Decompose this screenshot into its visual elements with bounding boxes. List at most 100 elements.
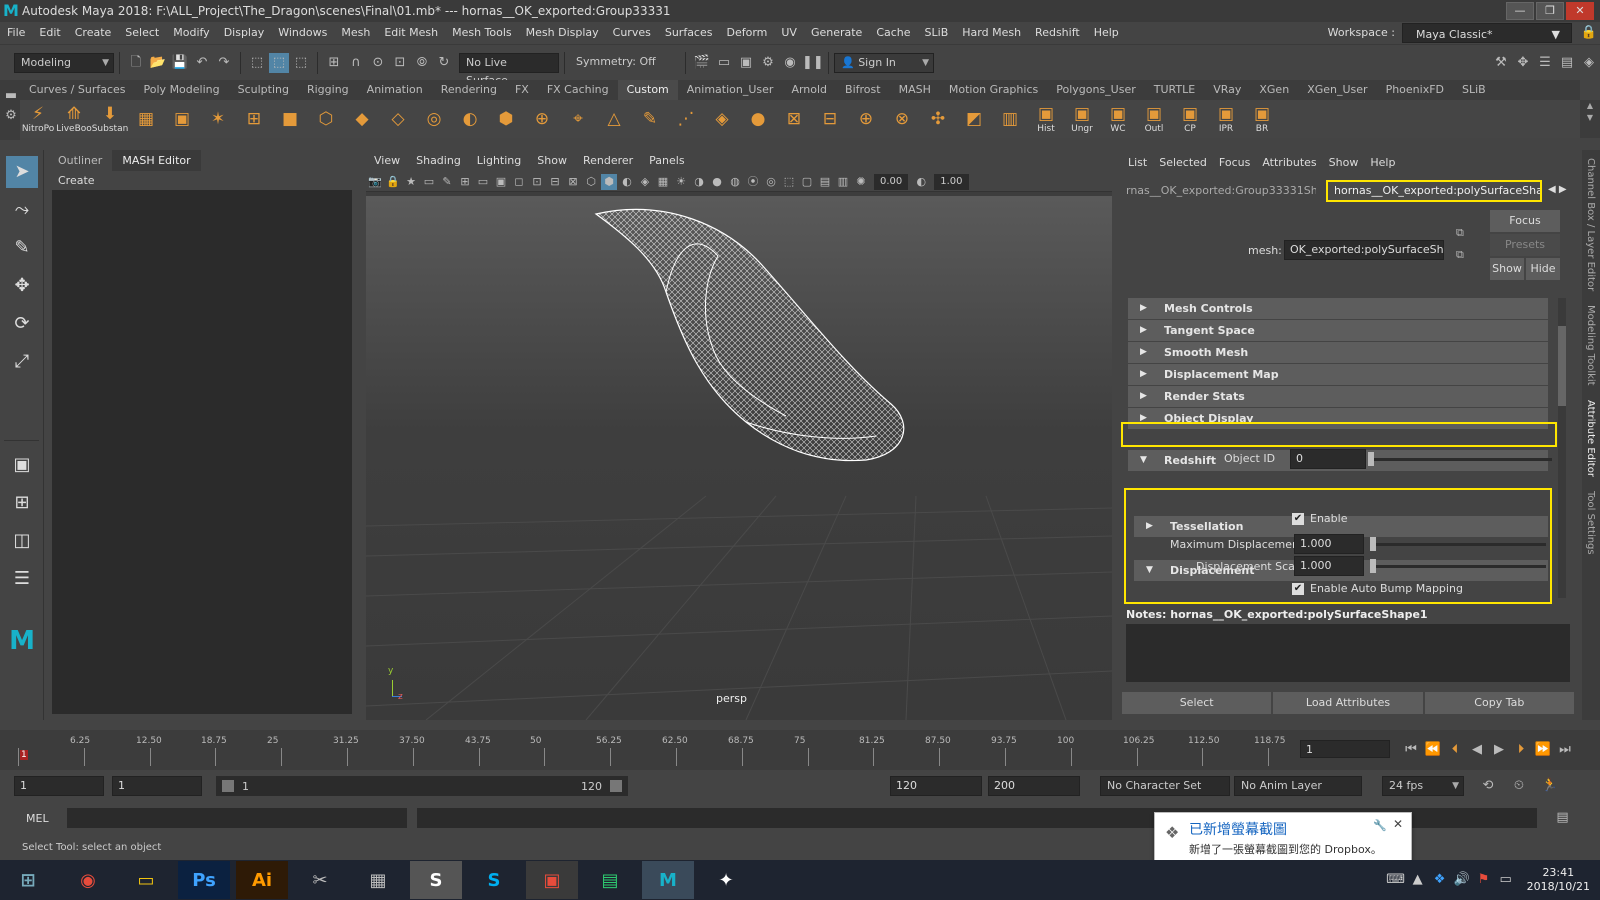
taskbar-chrome-icon[interactable]: ◉ bbox=[62, 861, 114, 899]
shelf-tab-poly-modeling[interactable]: Poly Modeling bbox=[135, 80, 229, 100]
anim-prefs-icon[interactable]: 🏃 bbox=[1540, 776, 1560, 796]
section-displacement-map[interactable]: ▶ Displacement Map bbox=[1128, 364, 1548, 385]
shelf-tool-button[interactable]: ▥ bbox=[994, 102, 1026, 136]
lights-icon[interactable]: ☀ bbox=[673, 174, 689, 190]
mash-create-menu[interactable]: Create bbox=[48, 170, 360, 191]
ambient-occlusion-icon[interactable]: ● bbox=[709, 174, 725, 190]
sign-in-button[interactable]: 👤 Sign In ▼ bbox=[834, 52, 934, 73]
default-material-icon[interactable]: ◐ bbox=[619, 174, 635, 190]
shelf-tool-button[interactable]: ◎ bbox=[418, 102, 450, 136]
viewport-menu-panels[interactable]: Panels bbox=[641, 150, 692, 172]
move-tool-icon[interactable]: ✥ bbox=[6, 270, 38, 302]
viewport-menu-view[interactable]: View bbox=[366, 150, 408, 172]
ae-menu-show[interactable]: Show bbox=[1323, 150, 1365, 176]
tray-keyboard-icon[interactable]: ⌨ bbox=[1386, 870, 1406, 890]
camera-icon[interactable]: 📷 bbox=[367, 174, 383, 190]
tray-dropbox-icon[interactable]: ❖ bbox=[1430, 870, 1450, 890]
isolate-select-icon[interactable]: ⬚ bbox=[781, 174, 797, 190]
camera-lock-icon[interactable]: 🔒 bbox=[385, 174, 401, 190]
play-backward-icon[interactable]: ◀ bbox=[1467, 740, 1487, 760]
focus-button[interactable]: Focus bbox=[1490, 210, 1560, 232]
select-hierarchy-icon[interactable]: ⬚ bbox=[247, 53, 267, 73]
shelf-scroll[interactable]: ▲ ▼ bbox=[1580, 100, 1600, 138]
viewport[interactable]: View Shading Lighting Show Renderer Panels 📷 … bbox=[366, 150, 1112, 720]
shelf-tool-button[interactable]: ✶ bbox=[202, 102, 234, 136]
show-button[interactable]: Show bbox=[1490, 258, 1524, 280]
step-back-key-icon[interactable]: ⏪ bbox=[1423, 740, 1443, 760]
shelf-tab-sculpting[interactable]: Sculpting bbox=[229, 80, 298, 100]
section-render-stats[interactable]: ▶ Render Stats bbox=[1128, 386, 1548, 407]
menu-help[interactable]: Help bbox=[1087, 22, 1126, 44]
xray-joints-icon[interactable]: ▤ bbox=[817, 174, 833, 190]
select-button[interactable]: Select bbox=[1122, 692, 1272, 714]
textured-icon[interactable]: ▦ bbox=[655, 174, 671, 190]
save-scene-icon[interactable]: 💾 bbox=[170, 53, 190, 73]
outliner-layout-icon[interactable]: ☰ bbox=[6, 563, 38, 595]
bookmark-icon[interactable]: ★ bbox=[403, 174, 419, 190]
start-button[interactable]: ⊞ bbox=[0, 861, 56, 899]
mode-menu[interactable]: Modeling ▼ bbox=[14, 52, 114, 73]
side-tab-modeling-toolkit[interactable]: Modeling Toolkit bbox=[1585, 305, 1596, 386]
shelf-tool-button[interactable]: ◈ bbox=[706, 102, 738, 136]
step-back-frame-icon[interactable]: ⏴ bbox=[1445, 740, 1465, 760]
tray-network-icon[interactable]: ▭ bbox=[1496, 870, 1516, 890]
ae-scrollbar[interactable] bbox=[1558, 298, 1566, 598]
shelf-tool-button[interactable]: ◆ bbox=[346, 102, 378, 136]
symmetry-menu[interactable]: Symmetry: Off bbox=[570, 52, 680, 73]
toast-close-icon[interactable]: ✕ bbox=[1393, 817, 1403, 831]
ipr-render-icon[interactable]: ▣ bbox=[736, 53, 756, 73]
render-view-icon[interactable]: 🎬 bbox=[692, 53, 712, 73]
copy-tab-button[interactable]: Copy Tab bbox=[1424, 692, 1574, 714]
modeling-toolkit-icon[interactable]: ⚒ bbox=[1491, 53, 1511, 73]
shelf-tool-button[interactable]: ⊠ bbox=[778, 102, 810, 136]
shelf-liveboo-button[interactable]: ⟰ LiveBoo bbox=[56, 102, 92, 136]
shelf-outl-button[interactable]: ▣ Outl bbox=[1138, 102, 1170, 136]
menu-hard-mesh[interactable]: Hard Mesh bbox=[955, 22, 1028, 44]
shelf-tab-mash[interactable]: MASH bbox=[890, 80, 940, 100]
go-to-start-icon[interactable]: ⏮ bbox=[1401, 740, 1421, 760]
step-forward-frame-icon[interactable]: ⏵ bbox=[1511, 740, 1531, 760]
shelf-tab-curves-surfaces[interactable]: Curves / Surfaces bbox=[20, 80, 135, 100]
safe-title-icon[interactable]: ⊠ bbox=[565, 174, 581, 190]
taskbar-terminal-icon[interactable]: ▤ bbox=[584, 861, 636, 899]
shelf-tool-button[interactable]: ● bbox=[742, 102, 774, 136]
four-view-icon[interactable]: ⊞ bbox=[6, 487, 38, 519]
play-forward-icon[interactable]: ▶ bbox=[1489, 740, 1509, 760]
new-scene-icon[interactable]: 🗋 bbox=[126, 53, 146, 73]
field-chart-icon[interactable]: ⊡ bbox=[529, 174, 545, 190]
grease-pencil-icon[interactable]: ✎ bbox=[439, 174, 455, 190]
shelf-tab-xgen-user[interactable]: XGen_User bbox=[1298, 80, 1376, 100]
taskbar-snipping-icon[interactable]: ✂ bbox=[294, 861, 346, 899]
auto-key-icon[interactable]: ⏲ bbox=[1509, 776, 1529, 796]
presets-button[interactable]: Presets bbox=[1490, 234, 1560, 256]
ae-tab-group-shape[interactable]: rnas__OK_exported:Group33331Shape bbox=[1126, 184, 1316, 197]
menu-file[interactable]: File bbox=[0, 22, 32, 44]
toast-settings-icon[interactable]: 🔧 bbox=[1373, 819, 1387, 832]
shelf-tool-button[interactable]: △ bbox=[598, 102, 630, 136]
attribute-editor-toggle-icon[interactable]: ☰ bbox=[1535, 53, 1555, 73]
shelf-tab-rigging[interactable]: Rigging bbox=[298, 80, 358, 100]
shelf-hist-button[interactable]: ▣ Hist bbox=[1030, 102, 1062, 136]
image-plane-icon[interactable]: ▭ bbox=[421, 174, 437, 190]
gamma-field[interactable]: 1.00 bbox=[934, 173, 969, 190]
object-id-slider-knob[interactable] bbox=[1368, 452, 1374, 466]
record-icon[interactable]: ◉ bbox=[780, 53, 800, 73]
shelf-tool-button[interactable]: ⬡ bbox=[310, 102, 342, 136]
shelf-tool-button[interactable]: ⊕ bbox=[526, 102, 558, 136]
shelf-tool-button[interactable]: ⬢ bbox=[490, 102, 522, 136]
tab-mash-editor[interactable]: MASH Editor bbox=[112, 149, 201, 171]
shelf-tool-button[interactable]: ✎ bbox=[634, 102, 666, 136]
shelf-tool-button[interactable]: ◩ bbox=[958, 102, 990, 136]
snap-live-icon[interactable]: ⦾ bbox=[412, 53, 432, 73]
two-view-icon[interactable]: ◫ bbox=[6, 525, 38, 557]
tray-flag-icon[interactable]: ⚑ bbox=[1474, 870, 1494, 890]
shelf-tool-button[interactable]: ⊞ bbox=[238, 102, 270, 136]
live-surface-field[interactable]: No Live Surface bbox=[459, 52, 559, 87]
shelf-tab-turtle[interactable]: TURTLE bbox=[1145, 80, 1204, 100]
shelf-br-button[interactable]: ▣ BR bbox=[1246, 102, 1278, 136]
tool-settings-icon[interactable]: ✥ bbox=[1513, 53, 1533, 73]
shelf-tool-button[interactable]: ◇ bbox=[382, 102, 414, 136]
ae-menu-help[interactable]: Help bbox=[1364, 150, 1401, 176]
shelf-tab-polygons-user[interactable]: Polygons_User bbox=[1047, 80, 1145, 100]
grid-icon[interactable]: ⊞ bbox=[457, 174, 473, 190]
